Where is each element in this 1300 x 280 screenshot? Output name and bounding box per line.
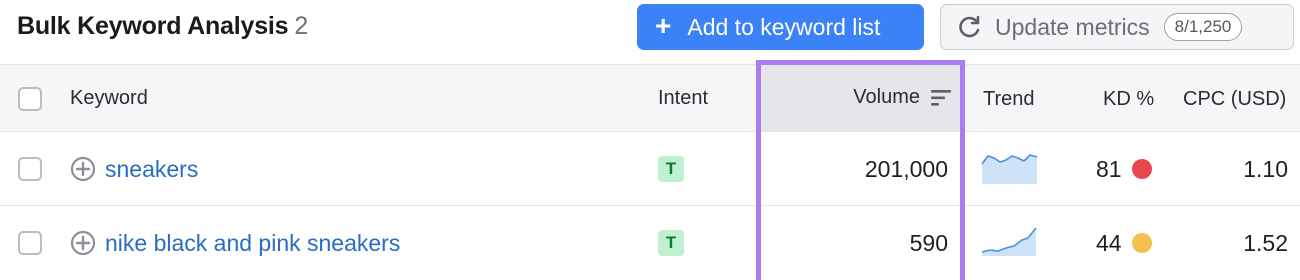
- keyword-link[interactable]: sneakers: [105, 156, 198, 183]
- kd-value: 81: [1096, 156, 1122, 182]
- trend-sparkline: [981, 154, 1038, 184]
- column-header-keyword[interactable]: Keyword: [70, 87, 148, 110]
- select-all-checkbox[interactable]: [18, 87, 42, 111]
- toolbar: Bulk Keyword Analysis 2 + Add to keyword …: [0, 0, 1300, 64]
- refresh-icon: [957, 14, 983, 40]
- column-header-trend[interactable]: Trend: [983, 88, 1035, 111]
- keyword-count: 2: [294, 12, 309, 40]
- kd-value: 44: [1096, 230, 1122, 256]
- intent-badge: T: [658, 156, 684, 182]
- update-button-label: Update metrics: [995, 13, 1150, 40]
- trend-sparkline: [981, 227, 1037, 256]
- column-header-volume-label: Volume: [853, 86, 920, 108]
- column-header-cpc[interactable]: CPC (USD): [1183, 88, 1286, 111]
- update-metrics-button[interactable]: Update metrics 8/1,250: [940, 4, 1294, 50]
- table-row: sneakers T 201,000 81 1.10: [0, 132, 1300, 206]
- cpc-value: 1.10: [1243, 156, 1288, 182]
- column-header-kd[interactable]: KD %: [1103, 88, 1154, 111]
- plus-icon: +: [655, 10, 672, 41]
- column-header-volume[interactable]: Volume: [760, 86, 952, 109]
- page-title: Bulk Keyword Analysis 2: [17, 12, 308, 41]
- add-to-keyword-list-button[interactable]: + Add to keyword list: [637, 4, 924, 50]
- page-title-text: Bulk Keyword Analysis: [17, 12, 289, 40]
- volume-value: 201,000: [864, 156, 948, 182]
- row-checkbox[interactable]: [18, 157, 42, 181]
- metrics-usage-badge: 8/1,250: [1163, 13, 1243, 41]
- add-keyword-icon[interactable]: [70, 156, 96, 182]
- row-checkbox[interactable]: [18, 231, 42, 255]
- cpc-value: 1.52: [1243, 230, 1288, 256]
- add-button-label: Add to keyword list: [687, 13, 881, 40]
- sort-descending-icon: [931, 89, 951, 106]
- table-row: nike black and pink sneakers T 590 44 1.…: [0, 206, 1300, 274]
- volume-value: 590: [909, 230, 948, 256]
- kd-difficulty-dot: [1132, 233, 1152, 253]
- keyword-link[interactable]: nike black and pink sneakers: [105, 230, 400, 257]
- intent-badge: T: [658, 230, 684, 256]
- add-keyword-icon[interactable]: [70, 230, 96, 256]
- kd-difficulty-dot: [1132, 159, 1152, 179]
- column-header-intent[interactable]: Intent: [658, 87, 708, 110]
